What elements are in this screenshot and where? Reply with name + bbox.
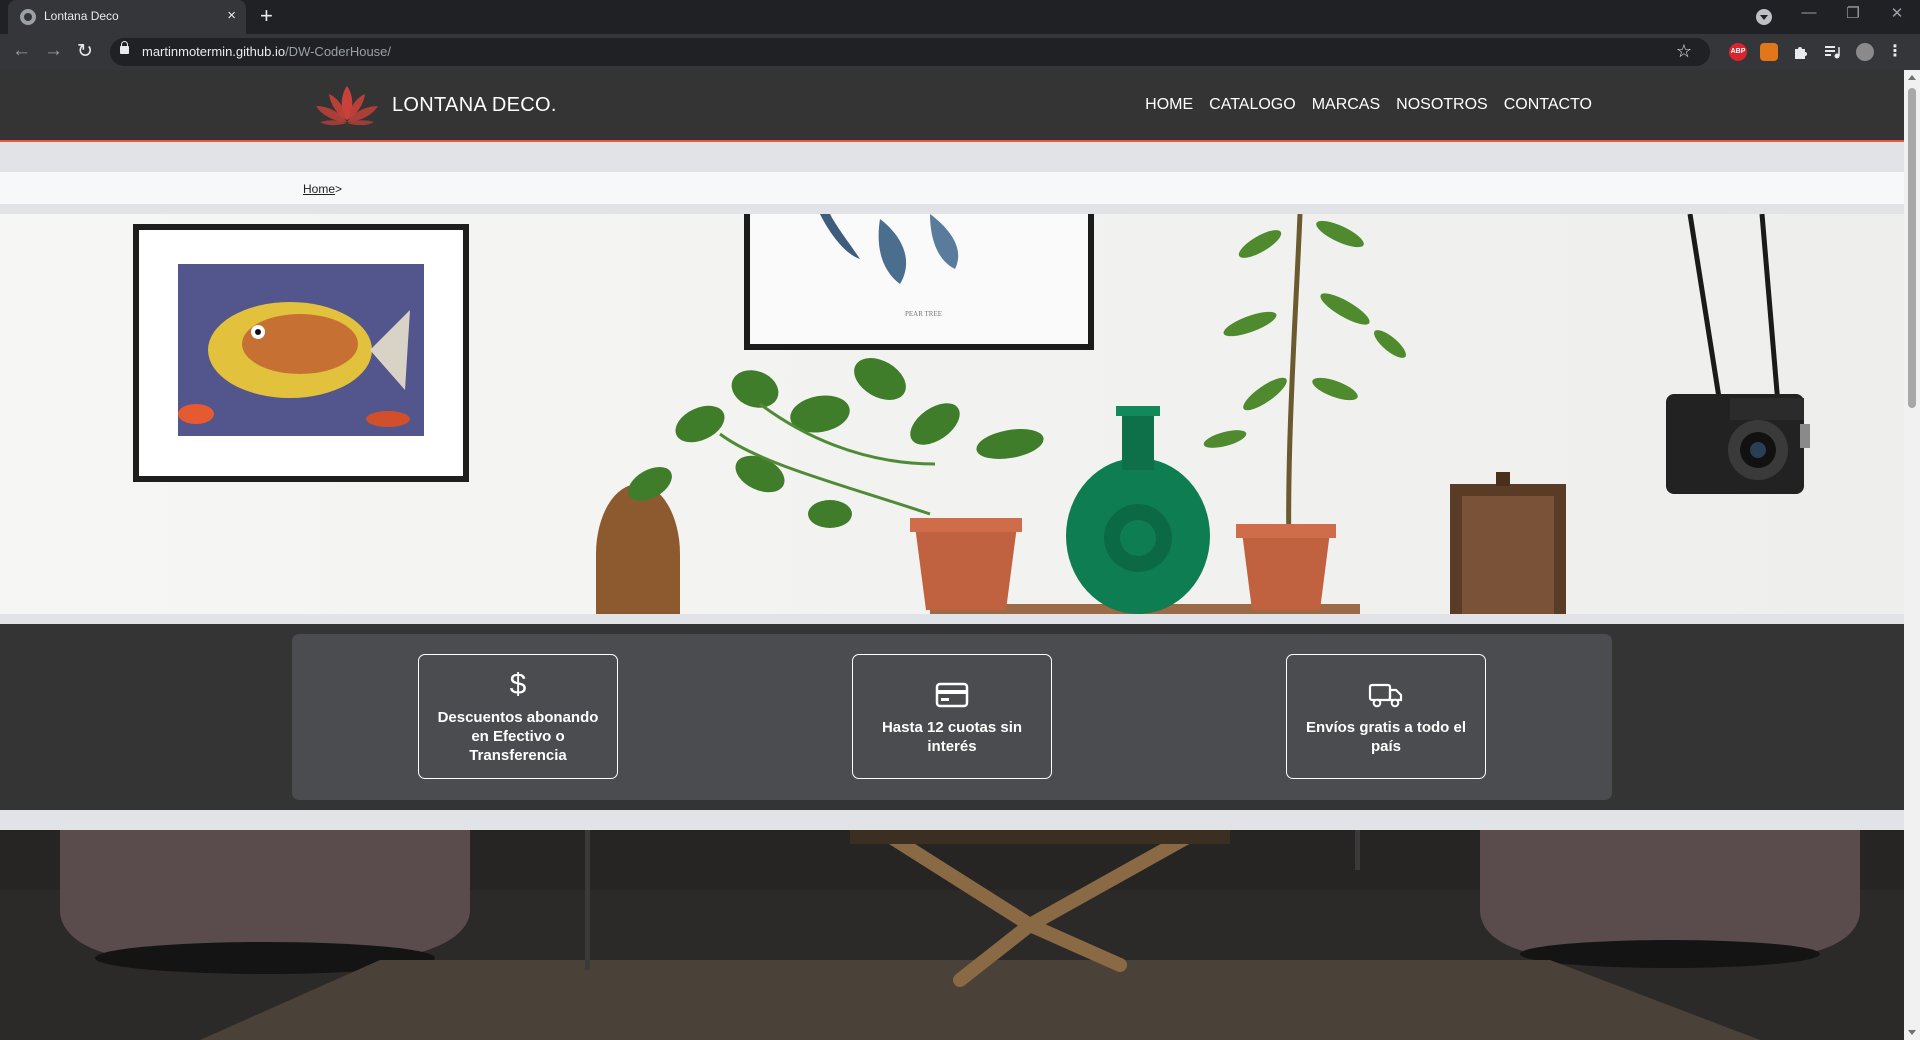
window-close-button[interactable]: ✕ bbox=[1882, 4, 1912, 22]
hero-banner: PEAR TREE bbox=[0, 214, 1904, 614]
breadcrumb-separator: > bbox=[335, 182, 343, 196]
feature-card-cuotas: Hasta 12 cuotas sin interés bbox=[852, 654, 1052, 779]
browser-tab[interactable]: Lontana Deco × bbox=[8, 0, 246, 34]
site-header: LONTANA DECO. HOME CATALOGO MARCAS NOSOT… bbox=[0, 70, 1904, 142]
tab-search-icon[interactable] bbox=[1756, 9, 1772, 25]
minimize-button[interactable]: — bbox=[1794, 4, 1824, 21]
new-tab-button[interactable]: + bbox=[260, 4, 273, 28]
home-decor-shelf-image: PEAR TREE bbox=[0, 214, 1904, 614]
page-viewport: LONTANA DECO. HOME CATALOGO MARCAS NOSOT… bbox=[0, 70, 1904, 1040]
nav-nosotros[interactable]: NOSOTROS bbox=[1396, 96, 1488, 114]
features-panel: $ Descuentos abonando en Efectivo o Tran… bbox=[292, 634, 1612, 800]
restore-button[interactable]: ❐ bbox=[1838, 4, 1868, 22]
nav-home[interactable]: HOME bbox=[1145, 96, 1193, 114]
page-scrollbar[interactable] bbox=[1904, 70, 1920, 1040]
svg-text:PEAR TREE: PEAR TREE bbox=[905, 310, 942, 318]
address-bar[interactable]: martinmotermin.github.io/DW-CoderHouse/ … bbox=[110, 38, 1710, 66]
tab-title: Lontana Deco bbox=[44, 9, 119, 23]
scroll-thumb[interactable] bbox=[1908, 88, 1916, 408]
dollar-icon: $ bbox=[509, 668, 527, 701]
tab-close-button[interactable]: × bbox=[227, 7, 236, 25]
brand-name[interactable]: LONTANA DECO. bbox=[392, 94, 557, 117]
browser-menu-icon[interactable]: ⋮ bbox=[1886, 43, 1904, 61]
profile-avatar[interactable] bbox=[1856, 43, 1874, 61]
breadcrumb: Home> bbox=[303, 182, 342, 196]
scroll-down-arrow-icon[interactable] bbox=[1908, 1030, 1916, 1035]
living-room-image bbox=[0, 830, 1904, 1040]
lock-icon bbox=[120, 41, 129, 54]
feature-card-envios: Envíos gratis a todo el país bbox=[1286, 654, 1486, 779]
nav-marcas[interactable]: MARCAS bbox=[1312, 96, 1380, 114]
features-section: $ Descuentos abonando en Efectivo o Tran… bbox=[0, 624, 1904, 810]
feature-text: Hasta 12 cuotas sin interés bbox=[881, 718, 1023, 755]
media-queue-icon[interactable] bbox=[1823, 43, 1841, 61]
main-nav: HOME CATALOGO MARCAS NOSOTROS CONTACTO bbox=[1145, 96, 1592, 114]
adblock-extension-icon[interactable]: ABP bbox=[1729, 43, 1747, 61]
credit-card-icon bbox=[935, 678, 969, 712]
globe-icon bbox=[20, 9, 36, 25]
scroll-up-arrow-icon[interactable] bbox=[1908, 75, 1916, 80]
puzzle-extensions-icon[interactable] bbox=[1792, 43, 1810, 61]
browser-toolbar: ← → ↻ martinmotermin.github.io/DW-CoderH… bbox=[0, 34, 1920, 70]
nav-contacto[interactable]: CONTACTO bbox=[1504, 96, 1592, 114]
breadcrumb-bar: Home> bbox=[0, 172, 1904, 204]
lotus-flower-icon[interactable] bbox=[312, 80, 382, 130]
living-room-banner bbox=[0, 830, 1904, 1040]
nav-catalogo[interactable]: CATALOGO bbox=[1209, 96, 1296, 114]
metamask-extension-icon[interactable] bbox=[1760, 43, 1778, 61]
feature-text: Envíos gratis a todo el país bbox=[1305, 718, 1467, 755]
feature-card-descuentos: $ Descuentos abonando en Efectivo o Tran… bbox=[418, 654, 618, 779]
truck-icon bbox=[1368, 678, 1404, 712]
feature-text: Descuentos abonando en Efectivo o Transf… bbox=[437, 709, 599, 764]
back-button[interactable]: ← bbox=[12, 40, 31, 62]
reload-button[interactable]: ↻ bbox=[77, 40, 93, 63]
url-text: martinmotermin.github.io/DW-CoderHouse/ bbox=[142, 44, 392, 59]
breadcrumb-home-link[interactable]: Home bbox=[303, 182, 335, 196]
browser-tabstrip: Lontana Deco × + — ❐ ✕ bbox=[0, 0, 1920, 34]
bookmark-star-icon[interactable]: ☆ bbox=[1676, 41, 1692, 62]
forward-button[interactable]: → bbox=[44, 40, 63, 62]
